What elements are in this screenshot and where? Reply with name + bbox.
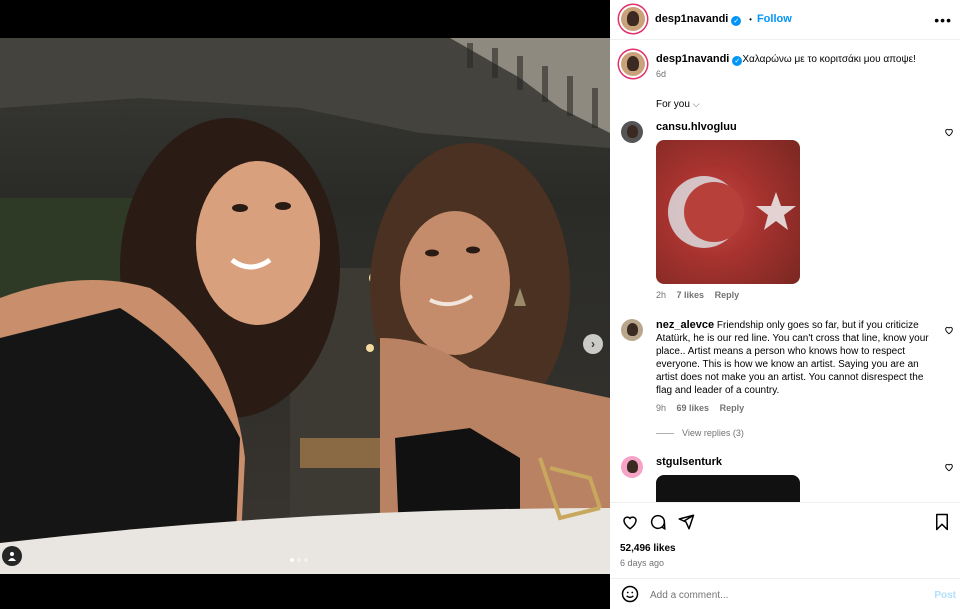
likes-count[interactable]: 52,496 likes	[620, 543, 676, 554]
caption-username-wrap[interactable]: desp1navandi ✓	[656, 53, 743, 66]
comment-meta: 2h 7 likes Reply	[656, 289, 936, 302]
commenter-username[interactable]: stgulsenturk	[656, 456, 936, 469]
emoji-icon[interactable]	[621, 585, 639, 603]
reply-button[interactable]: Reply	[720, 403, 745, 413]
verified-badge-icon: ✓	[732, 56, 743, 66]
verified-badge-icon: ✓	[731, 16, 742, 26]
comment-age: 2h	[656, 290, 667, 300]
heart-icon[interactable]	[621, 513, 639, 531]
chevron-right-icon: ›	[591, 337, 595, 351]
caption-age: 6d	[656, 69, 667, 79]
author-avatar[interactable]	[621, 7, 645, 31]
commenter-username[interactable]: nez_alevce	[656, 319, 714, 331]
like-comment-heart-icon[interactable]	[944, 325, 954, 335]
follow-button[interactable]: Follow	[757, 13, 792, 25]
post-header: desp1navandi ✓ • Follow •••	[610, 0, 960, 40]
comment-icon[interactable]	[649, 513, 667, 531]
post-side-panel: desp1navandi ✓ • Follow ••• desp1navandi ✓ Χ…	[610, 0, 960, 609]
replies-divider	[656, 432, 674, 434]
posted-ago: 6 days ago	[620, 558, 665, 568]
author-info: desp1navandi ✓ • Follow	[655, 13, 792, 26]
commenter-avatar[interactable]	[621, 121, 643, 143]
bookmark-icon[interactable]	[934, 513, 950, 531]
comment-image[interactable]	[656, 475, 800, 502]
comment-item: stgulsenturk	[620, 456, 953, 502]
add-comment-bar: Post	[610, 578, 960, 609]
comments-scroll[interactable]: desp1navandi ✓ Χαλαρώνω με το κοριτσάκι μο…	[610, 40, 960, 502]
add-comment-input[interactable]	[650, 588, 910, 602]
comments-sort-label: For you	[656, 99, 690, 110]
comment-body: cansu.hlvogluu 2h 7 likes Reply	[656, 121, 936, 302]
comment-text: Friendship only goes so far, but if you …	[656, 320, 929, 396]
more-options-icon[interactable]: •••	[934, 12, 952, 28]
caption-username[interactable]: desp1navandi	[656, 53, 729, 65]
comment-item: nez_alevce Friendship only goes so far, …	[620, 319, 953, 424]
comment-likes[interactable]: 7 likes	[677, 290, 705, 300]
post-actions: 52,496 likes 6 days ago	[610, 502, 960, 572]
commenter-avatar[interactable]	[621, 456, 643, 478]
view-replies-button[interactable]: View replies (3)	[656, 428, 744, 438]
comment-likes[interactable]: 69 likes	[677, 403, 710, 413]
caption-avatar[interactable]	[621, 52, 645, 76]
commenter-username[interactable]: cansu.hlvogluu	[656, 121, 936, 134]
carousel-next-button[interactable]: ›	[583, 334, 603, 354]
share-icon[interactable]	[677, 513, 695, 531]
comment-body: nez_alevce Friendship only goes so far, …	[656, 319, 936, 415]
commenter-avatar[interactable]	[621, 319, 643, 341]
post-photo[interactable]: ›	[0, 38, 610, 574]
photo-illustration	[0, 38, 610, 574]
comment-body: stgulsenturk	[656, 456, 936, 502]
carousel-dot	[297, 558, 301, 562]
user-tag-button[interactable]	[2, 546, 22, 566]
user-tag-icon	[8, 552, 16, 561]
chevron-down-icon: ⌵	[692, 99, 700, 109]
carousel-dot	[304, 558, 308, 562]
like-comment-heart-icon[interactable]	[944, 462, 954, 472]
view-replies-label: View replies (3)	[682, 428, 744, 438]
caption-text: Χαλαρώνω με το κοριτσάκι μου αποψε!	[742, 54, 916, 65]
carousel-dots	[290, 558, 308, 562]
comments-sort-dropdown[interactable]: For you ⌵	[656, 99, 700, 110]
caption: desp1navandi ✓ Χαλαρώνω με το κοριτσάκι μο…	[656, 53, 951, 79]
reply-button[interactable]: Reply	[715, 290, 740, 300]
author-username[interactable]: desp1navandi	[655, 13, 728, 25]
comment-age: 9h	[656, 403, 667, 413]
like-comment-heart-icon[interactable]	[944, 127, 954, 137]
post-comment-button[interactable]: Post	[934, 590, 956, 601]
separator-dot: •	[749, 15, 752, 24]
comment-meta: 9h 69 likes Reply	[656, 402, 936, 415]
comment-item: cansu.hlvogluu 2h 7 likes Reply	[620, 121, 953, 302]
post-media: ›	[0, 0, 610, 609]
comment-image[interactable]	[656, 140, 800, 284]
carousel-dot	[290, 558, 294, 562]
flag-image	[668, 176, 796, 248]
